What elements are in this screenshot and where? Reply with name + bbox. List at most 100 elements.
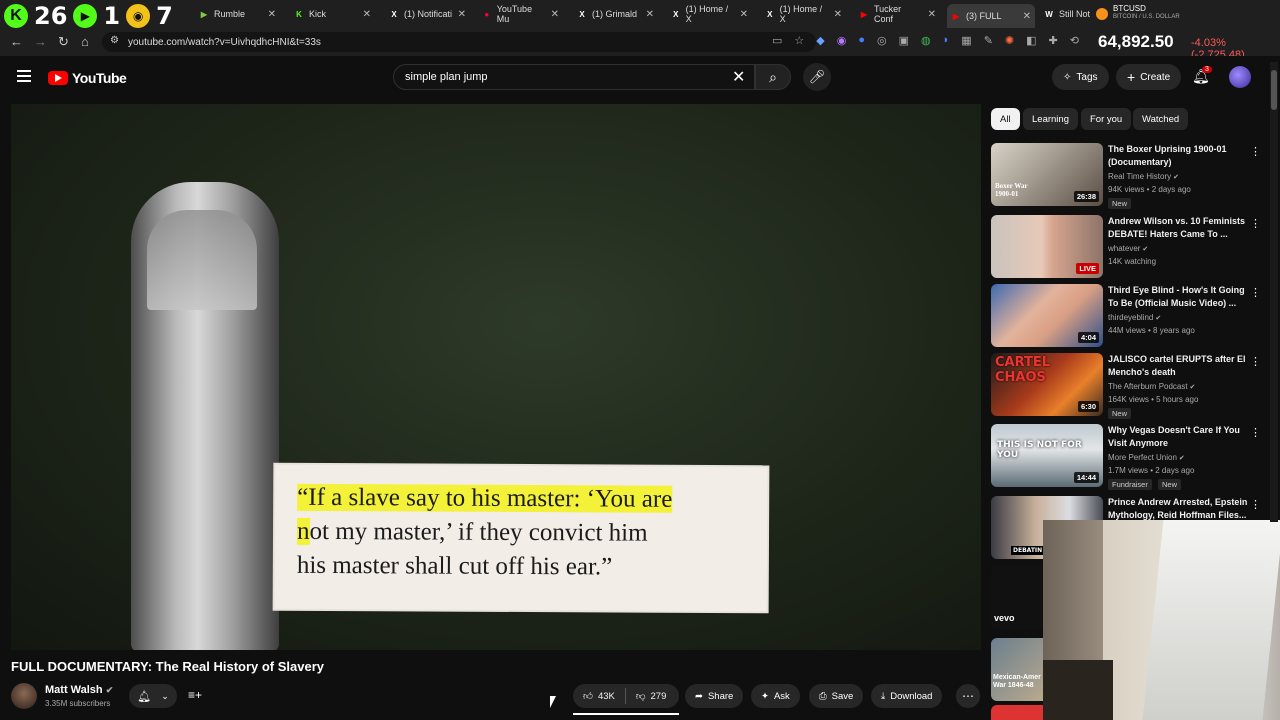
like-button[interactable]: 👍︎ 43K	[573, 684, 625, 708]
close-tab-icon[interactable]: ✕	[740, 9, 748, 20]
browser-tab[interactable]: ▶ (3) FULL ✕	[947, 4, 1035, 28]
filter-chip[interactable]: Watched	[1133, 108, 1189, 130]
rec-badge: Fundraiser	[1108, 479, 1152, 490]
cast-icon[interactable]: ▭	[772, 34, 782, 47]
browser-tab[interactable]: X (1) Home / X ✕	[667, 4, 752, 24]
recommendation-item[interactable]: LIVE Andrew Wilson vs. 10 Feminists DEBAT…	[991, 215, 1267, 279]
filter-chip[interactable]: For you	[1081, 108, 1132, 130]
video-player[interactable]: “If a slave say to his master: ‘You are …	[11, 104, 981, 650]
extension-icon[interactable]: ◧	[1026, 34, 1036, 47]
extension-icon[interactable]: ✎	[984, 34, 993, 47]
extension-icon[interactable]: ◆	[816, 34, 824, 47]
dislike-button[interactable]: 👎︎ 279	[626, 684, 677, 708]
rec-thumbnail-war[interactable]: Mexican-Amer War 1846-48	[991, 638, 1043, 701]
rec-title[interactable]: The Boxer Uprising 1900-01 (Documentary)	[1108, 143, 1248, 169]
rec-thumbnail-partial[interactable]	[991, 705, 1043, 720]
extension-icon[interactable]: ▦	[961, 34, 971, 47]
download-button[interactable]: ⤓ Download	[871, 684, 943, 708]
filter-chip[interactable]: All	[991, 108, 1020, 130]
close-tab-icon[interactable]: ✕	[363, 9, 371, 20]
channel-name[interactable]: Matt Walsh ✔	[45, 684, 113, 696]
close-tab-icon[interactable]: ✕	[834, 9, 842, 20]
rec-thumbnail-vevo[interactable]: vevo	[991, 566, 1043, 629]
rec-title[interactable]: Third Eye Blind - How's It Going To Be (…	[1108, 284, 1248, 310]
extension-icon[interactable]: ◍	[921, 34, 931, 47]
browser-tab[interactable]: ▶ Tucker Conf ✕	[855, 4, 940, 24]
recommendation-item[interactable]: 4:04 Third Eye Blind - How's It Going To …	[991, 284, 1267, 348]
rec-channel[interactable]: The Afterburn Podcast ✔	[1108, 382, 1195, 391]
extension-icon[interactable]: ✺	[1005, 34, 1014, 47]
page-scrollbar[interactable]	[1270, 62, 1278, 522]
more-vertical-icon[interactable]: ⋮	[1250, 217, 1261, 230]
reload-icon[interactable]: ↻	[58, 34, 69, 50]
subscription-bell-button[interactable]: 🔔︎ ⌄	[129, 684, 177, 708]
recommendation-item[interactable]: THIS IS NOT FOR YOU 14:44 Why Vegas Doesn'…	[991, 424, 1267, 490]
user-avatar[interactable]	[1229, 66, 1251, 88]
extension-icon[interactable]: ◉	[837, 34, 847, 47]
browser-tab[interactable]: ● YouTube Mu ✕	[478, 4, 563, 24]
rec-channel[interactable]: Real Time History ✔	[1108, 172, 1179, 181]
channel-avatar[interactable]	[11, 683, 37, 709]
youtube-logo[interactable]: YouTube	[48, 70, 127, 86]
extension-icon[interactable]: ◗	[943, 34, 950, 47]
more-vertical-icon[interactable]: ⋮	[1250, 426, 1261, 439]
browser-tab[interactable]: X (1) Notificati ✕	[385, 4, 470, 24]
more-vertical-icon[interactable]: ⋮	[1250, 355, 1261, 368]
browser-tab[interactable]: K Kick ✕	[290, 4, 375, 24]
create-button[interactable]: + Create	[1116, 64, 1182, 90]
url-field[interactable]: youtube.com/watch?v=UivhqdhcHNI&t=33s	[102, 32, 816, 52]
browser-tab[interactable]: ▶ Rumble ✕	[195, 4, 280, 24]
rec-thumbnail[interactable]: CARTEL CHAOS 6:30	[991, 353, 1103, 416]
tags-button[interactable]: ✧ Tags	[1052, 64, 1109, 90]
ask-button[interactable]: ✦ Ask	[751, 684, 800, 708]
extension-icon[interactable]: ●	[858, 34, 865, 47]
browser-tab[interactable]: X (1) Grimald ✕	[573, 4, 658, 24]
rec-title[interactable]: Why Vegas Doesn't Care If You Visit Anym…	[1108, 424, 1248, 450]
history-icon[interactable]: ⟲	[1070, 34, 1079, 47]
close-tab-icon[interactable]: ✕	[646, 9, 654, 20]
home-icon[interactable]: ⌂	[81, 34, 89, 49]
close-tab-icon[interactable]: ✕	[928, 9, 936, 20]
more-vertical-icon[interactable]: ⋮	[1250, 286, 1261, 299]
clear-search-icon[interactable]: ✕	[732, 67, 745, 87]
voice-search-button[interactable]: 🎤︎	[803, 63, 831, 91]
close-tab-icon[interactable]: ✕	[1023, 11, 1031, 22]
forward-icon[interactable]: →	[34, 34, 47, 49]
rec-title[interactable]: JALISCO cartel ERUPTS after El Mencho's …	[1108, 353, 1248, 379]
save-button[interactable]: ⎙ Save	[809, 684, 864, 708]
extension-icon[interactable]: ◎	[877, 34, 887, 47]
rec-thumbnail[interactable]: 4:04	[991, 284, 1103, 347]
back-icon[interactable]: ←	[10, 34, 23, 49]
site-info-icon[interactable]: ⚙	[110, 35, 119, 46]
rec-channel[interactable]: thirdeyeblind ✔	[1108, 313, 1161, 322]
rec-title[interactable]: Andrew Wilson vs. 10 Feminists DEBATE! H…	[1108, 215, 1248, 241]
rec-title[interactable]: Prince Andrew Arrested, Epstein Mytholog…	[1108, 496, 1248, 522]
search-button[interactable]: ⌕	[755, 64, 791, 90]
scrollbar-thumb[interactable]	[1271, 70, 1277, 110]
filter-chip[interactable]: Learning	[1023, 108, 1078, 130]
rec-channel[interactable]: More Perfect Union ✔	[1108, 453, 1185, 462]
extension-icon[interactable]: ▣	[899, 34, 909, 47]
extensions-puzzle-icon[interactable]: ✚	[1049, 34, 1058, 47]
quote-line-2-text: ot my master,’ if they convict him	[309, 517, 648, 547]
close-tab-icon[interactable]: ✕	[268, 9, 276, 20]
bookmark-star-icon[interactable]: ☆	[794, 34, 804, 47]
thumbnail-text: Boxer War 1900-01	[995, 182, 1028, 198]
search-input[interactable]: simple plan jump	[393, 64, 755, 90]
browser-tab[interactable]: W Still Not	[1040, 4, 1095, 24]
recommendation-item[interactable]: Boxer War 1900-01 26:38 The Boxer Uprising…	[991, 143, 1267, 209]
more-actions-button[interactable]: ⋯	[956, 684, 980, 708]
close-tab-icon[interactable]: ✕	[551, 9, 559, 20]
share-button[interactable]: ➦ Share	[685, 684, 744, 708]
more-vertical-icon[interactable]: ⋮	[1250, 145, 1261, 158]
rec-thumbnail[interactable]: LIVE	[991, 215, 1103, 278]
browser-tab[interactable]: X (1) Home / X ✕	[761, 4, 846, 24]
menu-icon[interactable]	[17, 70, 31, 85]
close-tab-icon[interactable]: ✕	[458, 9, 466, 20]
recommendation-item[interactable]: CARTEL CHAOS 6:30 JALISCO cartel ERUPTS af…	[991, 353, 1267, 419]
rec-thumbnail[interactable]: Boxer War 1900-01 26:38	[991, 143, 1103, 206]
rec-thumbnail[interactable]: THIS IS NOT FOR YOU 14:44	[991, 424, 1103, 487]
more-vertical-icon[interactable]: ⋮	[1250, 498, 1261, 511]
add-to-queue-icon[interactable]: ≡+	[188, 688, 202, 702]
rec-channel[interactable]: whatever ✔	[1108, 244, 1148, 253]
